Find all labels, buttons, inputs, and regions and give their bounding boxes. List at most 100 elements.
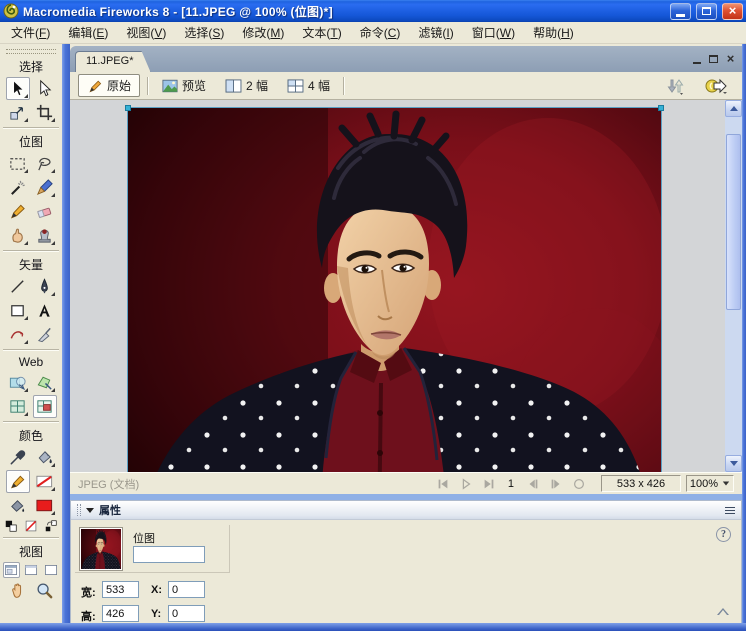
line-tool[interactable] — [6, 275, 30, 298]
tools-section-label: 位图 — [18, 135, 43, 149]
quick-export-button[interactable] — [698, 76, 734, 96]
menu-e[interactable]: 编辑(E) — [59, 21, 117, 44]
fill-color-swatch[interactable] — [33, 494, 57, 517]
previous-frame-icon[interactable] — [524, 476, 542, 492]
pencil-tool[interactable] — [6, 200, 30, 223]
blur-tool[interactable] — [6, 224, 30, 247]
tools-section-label: 视图 — [18, 545, 43, 559]
text-tool[interactable] — [33, 299, 57, 322]
original-view-button[interactable]: 原始 — [78, 74, 141, 97]
image-size-arrows-button[interactable] — [659, 75, 691, 97]
pointer-tool[interactable] — [5, 77, 30, 100]
slice-tool[interactable] — [6, 395, 30, 418]
panel-divider-vertical[interactable] — [62, 44, 70, 623]
tools-section-label: 颜色 — [18, 429, 43, 443]
maximize-button[interactable] — [696, 2, 717, 20]
menu-w[interactable]: 窗口(W) — [463, 21, 524, 44]
properties-grip[interactable] — [77, 504, 81, 516]
close-button[interactable]: × — [722, 2, 743, 20]
preview-view-button[interactable]: 预览 — [156, 75, 212, 96]
portrait-image — [128, 108, 661, 472]
fullscreen-menus-button[interactable] — [23, 562, 40, 578]
canvas-area[interactable] — [70, 100, 742, 472]
brush-tool[interactable] — [33, 176, 57, 199]
menu-m[interactable]: 修改(M) — [233, 21, 293, 44]
marquee-tool[interactable] — [6, 152, 30, 175]
lasso-tool[interactable] — [33, 152, 57, 175]
panel-options-icon[interactable] — [725, 506, 735, 514]
swap-colors-button[interactable] — [43, 518, 60, 534]
frame-number: 1 — [507, 477, 514, 490]
stroke-color-swatch[interactable] — [33, 470, 57, 493]
menu-h[interactable]: 帮助(H) — [524, 21, 583, 44]
play-icon[interactable] — [457, 476, 475, 492]
hand-tool[interactable] — [6, 579, 30, 602]
zoom-level-dropdown[interactable]: 100% — [686, 475, 734, 492]
scroll-down-button[interactable] — [725, 455, 742, 472]
subselection-tool[interactable] — [33, 77, 57, 100]
help-icon[interactable]: ? — [716, 527, 731, 542]
collapse-arrow-icon[interactable] — [86, 507, 94, 513]
show-slices-button[interactable] — [32, 395, 57, 418]
menu-t[interactable]: 文本(T) — [293, 21, 350, 44]
eraser-icon — [37, 207, 52, 219]
scrollbar-thumb[interactable] — [726, 134, 741, 310]
default-colors-button[interactable] — [3, 518, 20, 534]
menu-s[interactable]: 选择(S) — [175, 21, 233, 44]
paint-bucket-tool[interactable] — [33, 446, 57, 469]
polygon-hotspot-tool[interactable] — [33, 371, 57, 394]
pencil-icon — [10, 204, 25, 219]
y-input[interactable] — [168, 605, 205, 622]
width-input[interactable] — [102, 581, 139, 598]
expand-panel-icon[interactable] — [717, 608, 729, 615]
no-color-button[interactable] — [23, 518, 40, 534]
rubber-stamp-tool[interactable] — [33, 224, 57, 247]
two-up-view-button[interactable]: 2 幅 — [219, 75, 274, 96]
screen3-icon — [45, 565, 57, 575]
scale-tool[interactable] — [6, 101, 30, 124]
object-name-input[interactable] — [133, 546, 205, 563]
last-frame-icon[interactable] — [480, 476, 498, 492]
freeform-tool[interactable] — [6, 323, 30, 346]
menu-c[interactable]: 命令(C) — [351, 21, 410, 44]
menu-i[interactable]: 滤镜(I) — [409, 21, 462, 44]
menu-v[interactable]: 视图(V) — [117, 21, 175, 44]
document-type-label: JPEG (文档) — [78, 478, 140, 491]
knife-icon — [37, 327, 51, 343]
document-minimize-icon[interactable] — [689, 52, 704, 66]
magic-wand-tool[interactable] — [6, 176, 30, 199]
vertical-scrollbar[interactable] — [725, 100, 742, 472]
fill-color-button[interactable] — [6, 494, 30, 517]
minimize-button[interactable] — [670, 2, 691, 20]
object-type-label: 位图 — [133, 533, 155, 545]
eraser-tool[interactable] — [33, 200, 57, 223]
width-label: 宽: — [81, 587, 96, 599]
crop-tool[interactable] — [33, 101, 57, 124]
standard-screen-button[interactable] — [2, 562, 20, 578]
pen-tool[interactable] — [33, 275, 57, 298]
next-frame-icon[interactable] — [547, 476, 565, 492]
stroke-color-button[interactable] — [5, 470, 30, 493]
rectangle-tool[interactable] — [6, 299, 30, 322]
eyedropper-tool[interactable] — [6, 446, 30, 469]
defaultcolors-icon — [5, 520, 17, 532]
height-input[interactable] — [102, 605, 139, 622]
tools-panel-grip[interactable] — [6, 49, 56, 54]
four-up-view-button[interactable]: 4 幅 — [281, 75, 336, 96]
scroll-up-button[interactable] — [725, 100, 742, 117]
document-tab[interactable]: 11.JPEG* — [75, 51, 151, 72]
hotspot-tool[interactable] — [6, 371, 30, 394]
properties-header[interactable]: 属性 — [71, 501, 741, 520]
zoom-tool[interactable] — [33, 579, 57, 602]
y-label: Y: — [151, 608, 162, 620]
knife-tool[interactable] — [33, 323, 57, 346]
x-input[interactable] — [168, 581, 205, 598]
document-restore-icon[interactable] — [706, 52, 721, 66]
menu-f[interactable]: 文件(F) — [2, 21, 59, 44]
document-close-icon[interactable]: × — [723, 52, 738, 66]
fullscreen-button[interactable] — [43, 562, 60, 578]
first-frame-icon[interactable] — [434, 476, 452, 492]
stop-icon[interactable] — [570, 476, 588, 492]
hand-icon — [12, 583, 22, 598]
document-image[interactable] — [128, 108, 661, 472]
